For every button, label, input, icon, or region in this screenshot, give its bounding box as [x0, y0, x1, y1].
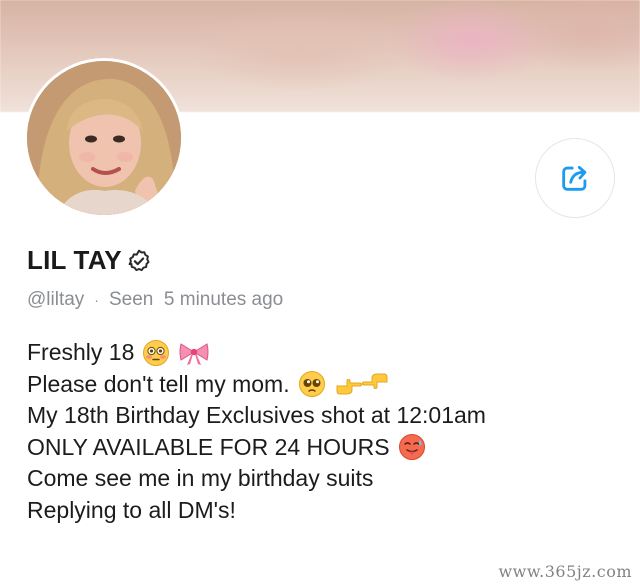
hot-face-emoji [398, 433, 426, 461]
bio-line-text: Please don't tell my mom. [27, 370, 290, 397]
bio-line-text: My 18th Birthday Exclusives shot at 12:0… [27, 402, 486, 428]
profile-name-row: LIL TAY [27, 245, 152, 276]
avatar-photo [27, 61, 181, 215]
display-name: LIL TAY [27, 245, 122, 275]
profile-meta: @liltay · Seen 5 minutes ago [27, 289, 283, 311]
fingers-pointing-emoji [334, 370, 390, 398]
flushed-face-emoji [142, 339, 170, 367]
bio-line: My 18th Birthday Exclusives shot at 12:0… [27, 400, 486, 432]
share-button[interactable] [535, 138, 615, 218]
last-seen-status: Seen 5 minutes ago [108, 289, 284, 310]
avatar-portrait [27, 61, 181, 215]
bio-line: Freshly 18 [27, 337, 486, 369]
verified-badge-icon [126, 248, 152, 274]
bio-line-text: ONLY AVAILABLE FOR 24 HOURS [27, 433, 390, 460]
site-watermark: www.365jz.com [498, 562, 632, 581]
handle: @liltay [27, 289, 85, 310]
bio-line-text: Freshly 18 [27, 339, 135, 365]
pink-bow-emoji [178, 339, 210, 367]
bio-line: Please don't tell my mom. [27, 369, 486, 401]
share-icon [562, 165, 587, 191]
bio-line: Replying to all DM's! [27, 495, 486, 527]
avatar[interactable] [24, 58, 184, 218]
meta-separator: · [94, 292, 99, 308]
bio-line: Come see me in my birthday suits [27, 463, 486, 495]
bio-line: ONLY AVAILABLE FOR 24 HOURS [27, 432, 486, 464]
bio-line-text: Come see me in my birthday suits [27, 465, 374, 491]
pleading-face-emoji [298, 370, 326, 398]
bio-line-text: Replying to all DM's! [27, 496, 236, 523]
bio: Freshly 18 Please don't tell my mom. My … [27, 337, 486, 526]
